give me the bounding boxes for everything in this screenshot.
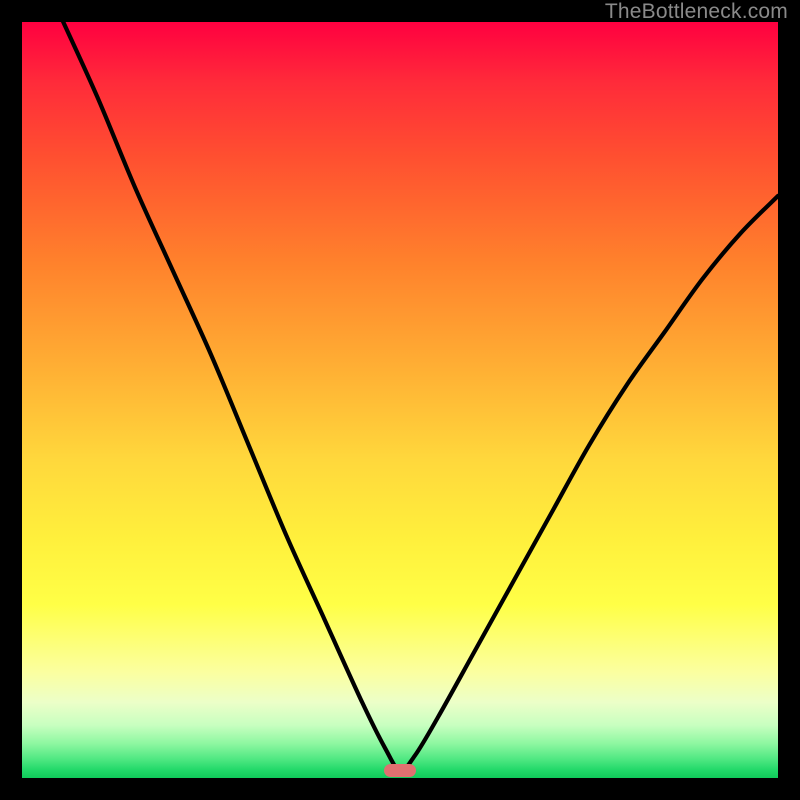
optimal-marker [384, 764, 416, 778]
plot-area [22, 22, 778, 778]
chart-frame: TheBottleneck.com [0, 0, 800, 800]
watermark-text: TheBottleneck.com [605, 0, 788, 24]
bottleneck-curve [22, 22, 778, 778]
